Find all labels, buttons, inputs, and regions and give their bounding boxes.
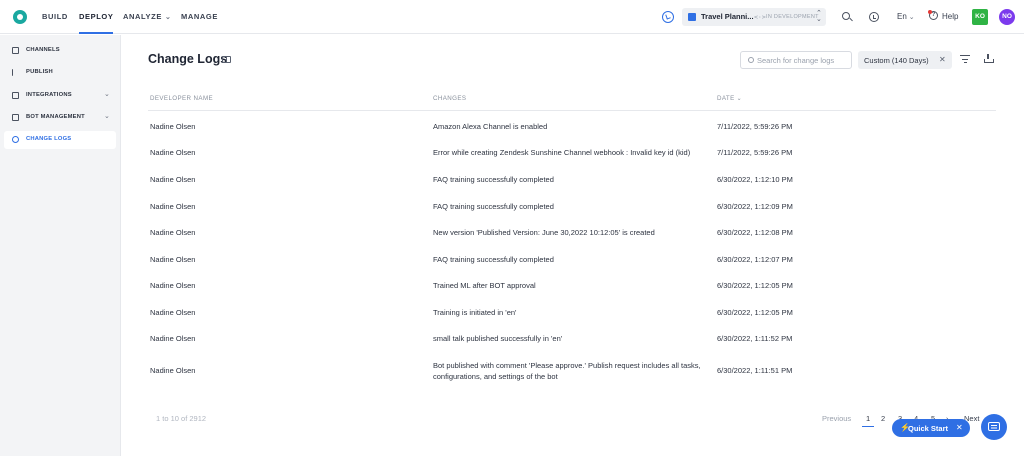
chat-button[interactable] <box>981 414 1007 440</box>
filter-icon[interactable] <box>960 55 970 64</box>
language-selector[interactable]: En ⌄ <box>897 12 915 21</box>
sidebar-item-bot-management[interactable]: BOT MANAGEMENT ⌄ <box>4 109 116 127</box>
help-link[interactable]: Help <box>942 12 958 21</box>
column-header-date-label: DATE <box>717 95 735 102</box>
history-icon[interactable] <box>869 12 879 22</box>
tab-analyze-label: ANALYZE <box>123 12 162 21</box>
change-cell: FAQ training successfully completed <box>433 175 554 184</box>
date-cell: 6/30/2022, 1:12:07 PM <box>717 255 793 264</box>
assistant-icon[interactable] <box>662 11 674 23</box>
sidebar-item-label: CHANGE LOGS <box>26 136 72 142</box>
bot-name: Travel Planni... <box>701 12 754 21</box>
sidebar-item-publish[interactable]: PUBLISH <box>4 64 116 82</box>
developer-cell: Nadine Olsen <box>150 334 196 343</box>
sidebar-item-label: BOT MANAGEMENT <box>26 114 85 120</box>
bot-status: IN DEVELOPMENT <box>766 13 819 20</box>
notification-dot <box>928 10 932 14</box>
results-count: 1 to 10 of 2912 <box>156 414 207 423</box>
date-cell: 6/30/2022, 1:12:08 PM <box>717 228 793 237</box>
app-logo-icon[interactable] <box>13 10 27 24</box>
developer-cell: Nadine Olsen <box>150 281 196 290</box>
bot-icon <box>688 13 696 21</box>
sidebar-item-label: PUBLISH <box>26 69 53 75</box>
date-cell: 7/11/2022, 5:59:26 PM <box>717 122 793 131</box>
change-cell: Error while creating Zendesk Sunshine Ch… <box>433 148 691 157</box>
quick-start-label: Quick Start <box>908 423 949 433</box>
date-cell: 6/30/2022, 1:12:09 PM <box>717 202 793 211</box>
date-cell: 6/30/2022, 1:12:05 PM <box>717 281 793 290</box>
change-cell: New version 'Published Version: June 30,… <box>433 228 655 237</box>
change-cell: Training is initiated in 'en' <box>433 308 517 317</box>
pagination-page-2[interactable]: 2 <box>881 414 885 423</box>
sidebar-item-label: CHANNELS <box>26 47 60 53</box>
date-cell: 6/30/2022, 1:11:51 PM <box>717 366 793 375</box>
change-cell: small talk published successfully in 'en… <box>433 334 563 343</box>
change-cell: Bot published with comment 'Please appro… <box>433 361 701 381</box>
date-range-label: Custom (140 Days) <box>864 55 929 65</box>
developer-cell: Nadine Olsen <box>150 175 196 184</box>
bot-management-icon <box>12 114 19 121</box>
change-cell: Amazon Alexa Channel is enabled <box>433 122 548 131</box>
flag-icon <box>12 69 19 76</box>
documentation-icon[interactable] <box>222 56 231 63</box>
developer-cell: Nadine Olsen <box>150 202 196 211</box>
chevron-down-icon: ⌄ <box>104 91 110 98</box>
change-cell: Trained ML after BOT approval <box>433 281 536 290</box>
sort-down-icon: ⌄ <box>736 96 743 102</box>
bot-selector[interactable]: Travel Planni... <·> IN DEVELOPMENT ⌃ ⌄ <box>682 8 826 26</box>
tab-analyze[interactable]: ANALYZE ⌄ <box>123 0 171 34</box>
table-header-divider <box>148 110 996 111</box>
sidebar-item-integrations[interactable]: INTEGRATIONS ⌄ <box>4 87 116 105</box>
chevron-updown-icon: ⌃ ⌄ <box>816 10 822 23</box>
chevron-down-icon: ⌄ <box>104 113 110 120</box>
developer-cell: Nadine Olsen <box>150 228 196 237</box>
date-range-filter[interactable]: Custom (140 Days) ✕ <box>858 51 952 69</box>
change-log-search[interactable] <box>740 51 852 69</box>
export-icon[interactable] <box>984 54 994 63</box>
top-navigation-bar: BUILD DEPLOY ANALYZE ⌄ MANAGE Travel Plan… <box>0 0 1024 34</box>
channels-icon <box>12 47 19 54</box>
quick-start-button[interactable]: ⚡ Quick Start ✕ <box>892 419 970 437</box>
sidebar-item-channels[interactable]: CHANNELS <box>4 42 116 60</box>
language-label: En <box>897 12 907 21</box>
developer-cell: Nadine Olsen <box>150 366 196 375</box>
chat-icon <box>988 422 1000 431</box>
column-header-developer: DEVELOPER NAME <box>150 95 214 102</box>
pagination-page-1[interactable]: 1 <box>862 414 875 427</box>
developer-cell: Nadine Olsen <box>150 308 196 317</box>
search-icon <box>748 57 754 63</box>
sidebar-item-label: INTEGRATIONS <box>26 92 72 98</box>
chevron-down-icon: ⌄ <box>164 14 172 21</box>
pagination-previous[interactable]: Previous <box>822 414 851 423</box>
clock-icon <box>12 136 19 143</box>
code-icon: <·> <box>754 12 766 21</box>
page-title: Change Logs <box>148 52 228 66</box>
change-cell: FAQ training successfully completed <box>433 202 554 211</box>
column-header-changes: CHANGES <box>433 95 467 102</box>
sidebar: CHANNELS PUBLISH INTEGRATIONS ⌄ BOT MANA… <box>0 35 121 456</box>
date-cell: 6/30/2022, 1:12:05 PM <box>717 308 793 317</box>
tab-manage[interactable]: MANAGE <box>181 0 218 34</box>
developer-cell: Nadine Olsen <box>150 148 196 157</box>
search-icon[interactable] <box>842 12 850 20</box>
integrations-icon <box>12 92 19 99</box>
chevron-down-icon: ⌄ <box>908 14 915 21</box>
column-header-date[interactable]: DATE ⌄ <box>717 95 742 102</box>
date-cell: 6/30/2022, 1:12:10 PM <box>717 175 793 184</box>
sidebar-item-change-logs[interactable]: CHANGE LOGS <box>4 131 116 149</box>
user-avatar[interactable]: NO <box>999 9 1015 25</box>
tab-deploy[interactable]: DEPLOY <box>79 0 114 34</box>
developer-cell: Nadine Olsen <box>150 255 196 264</box>
workspace-avatar[interactable]: KO <box>972 9 988 25</box>
change-cell: FAQ training successfully completed <box>433 255 554 264</box>
date-cell: 6/30/2022, 1:11:52 PM <box>717 334 793 343</box>
close-icon[interactable]: ✕ <box>956 423 963 432</box>
date-cell: 7/11/2022, 5:59:26 PM <box>717 148 793 157</box>
close-icon[interactable]: ✕ <box>939 55 946 64</box>
tab-build[interactable]: BUILD <box>42 0 68 34</box>
search-input[interactable] <box>757 54 849 67</box>
developer-cell: Nadine Olsen <box>150 122 196 131</box>
